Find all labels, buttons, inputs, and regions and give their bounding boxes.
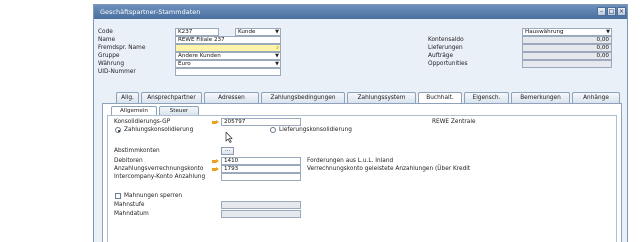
opportunities-label: Opportunities <box>428 61 468 67</box>
control-accounts-label: Abstimmkonten <box>114 148 160 154</box>
currency-label: Währung <box>98 61 124 67</box>
name-label: Name <box>98 37 116 43</box>
debtors-label: Debitoren <box>114 158 143 164</box>
currency-mode-value: Hauswährung <box>525 29 564 35</box>
consolidation-bp-label: Konsolidierungs-GP <box>114 119 171 125</box>
lookup-icon[interactable]: ⌕ <box>276 45 279 51</box>
deliveries-label: Lieferungen <box>428 45 463 51</box>
group-label: Gruppe <box>98 53 120 59</box>
block-dunning-checkbox[interactable] <box>115 193 121 199</box>
dunning-level-field <box>221 201 301 209</box>
tab-accounting[interactable]: Buchhalt. <box>418 92 462 103</box>
orders-field: 0,00 <box>522 52 612 60</box>
tab-remarks[interactable]: Bemerkungen <box>511 92 570 103</box>
close-icon[interactable]: × <box>617 7 626 16</box>
debtors-field[interactable]: 1410 <box>221 157 301 165</box>
down-payment-label: Anzahlungsverrechnungskonto <box>114 166 204 172</box>
title-bar[interactable]: Geschäftspartner-Stammdaten – □ × <box>94 5 627 19</box>
uid-label: UID-Nummer <box>98 69 136 75</box>
group-value: Andere Kunden <box>178 53 221 59</box>
payment-consolidation-radio[interactable] <box>115 127 121 133</box>
code-field[interactable]: K237 <box>175 28 219 36</box>
tab-payment-terms[interactable]: Zahlungsbedingungen <box>261 92 345 103</box>
deliveries-field: 0,00 <box>522 44 612 52</box>
foreign-name-label: Fremdspr. Name <box>98 45 146 51</box>
maximize-icon[interactable]: □ <box>607 7 616 16</box>
intercompany-label: Intercompany-Konto Anzahlung <box>114 174 206 180</box>
payment-consolidation-label: Zahlungskonsolidierung <box>124 127 194 133</box>
debtors-description: Forderungen aus L.u.L. Inland <box>307 158 394 164</box>
down-payment-description: Verrechnungskonto geleistete Anzahlungen… <box>307 166 471 172</box>
chevron-down-icon: ▼ <box>606 29 610 35</box>
dunning-level-label: Mahnstufe <box>114 202 145 208</box>
bp-master-data-window: Geschäftspartner-Stammdaten – □ × Code K… <box>93 4 628 242</box>
tab-attachments[interactable]: Anhänge <box>572 92 620 103</box>
tab-general[interactable]: Allg. <box>116 92 139 103</box>
block-dunning-label: Mahnungen sperren <box>124 193 183 199</box>
tab-payment-system[interactable]: Zahlungssystem <box>347 92 416 103</box>
bp-type-dropdown[interactable]: Kunde ▼ <box>235 28 281 36</box>
currency-value: Euro <box>178 61 191 67</box>
window-title: Geschäftspartner-Stammdaten <box>100 8 201 16</box>
opportunities-field <box>522 60 612 68</box>
group-dropdown[interactable]: Andere Kunden ▼ <box>175 52 281 60</box>
tab-properties[interactable]: Eigensch. <box>464 92 509 103</box>
bp-type-value: Kunde <box>238 29 256 35</box>
chevron-down-icon: ▼ <box>275 29 279 35</box>
delivery-consolidation-label: Lieferungskonsolidierung <box>279 127 352 133</box>
link-arrow-icon[interactable] <box>212 159 219 164</box>
foreign-name-field[interactable]: ⌕ <box>175 44 281 52</box>
uid-field[interactable] <box>175 68 281 76</box>
consolidation-bp-field[interactable]: 205797 <box>221 118 301 126</box>
subtab-tax[interactable]: Steuer <box>159 106 199 115</box>
chevron-down-icon: ▼ <box>275 61 279 67</box>
consolidation-bp-name: REWE Zentrale <box>432 119 476 125</box>
name-field[interactable]: REWE Filiale 237 <box>175 36 281 44</box>
currency-mode-dropdown[interactable]: Hauswährung ▼ <box>522 28 612 36</box>
dunning-date-label: Mahndatum <box>114 211 149 217</box>
control-accounts-button[interactable]: ... <box>221 147 234 155</box>
chevron-down-icon: ▼ <box>275 53 279 59</box>
tab-contact-persons[interactable]: Ansprechpartner <box>141 92 202 103</box>
tab-addresses[interactable]: Adressen <box>204 92 259 103</box>
intercompany-field[interactable] <box>221 173 301 181</box>
subtab-general[interactable]: Allgemein <box>111 106 157 115</box>
code-label: Code <box>98 29 113 35</box>
minimize-icon[interactable]: – <box>597 7 606 16</box>
link-arrow-icon[interactable] <box>212 120 219 125</box>
balance-label: Kontensaldo <box>428 37 464 43</box>
dunning-date-field <box>221 210 301 218</box>
orders-label: Aufträge <box>428 53 454 59</box>
link-arrow-icon[interactable] <box>212 167 219 172</box>
balance-field: 0,00 <box>522 36 612 44</box>
delivery-consolidation-radio[interactable] <box>270 127 276 133</box>
down-payment-field[interactable]: 1793 <box>221 165 301 173</box>
currency-dropdown[interactable]: Euro ▼ <box>175 60 281 68</box>
mouse-pointer-icon <box>225 132 233 143</box>
